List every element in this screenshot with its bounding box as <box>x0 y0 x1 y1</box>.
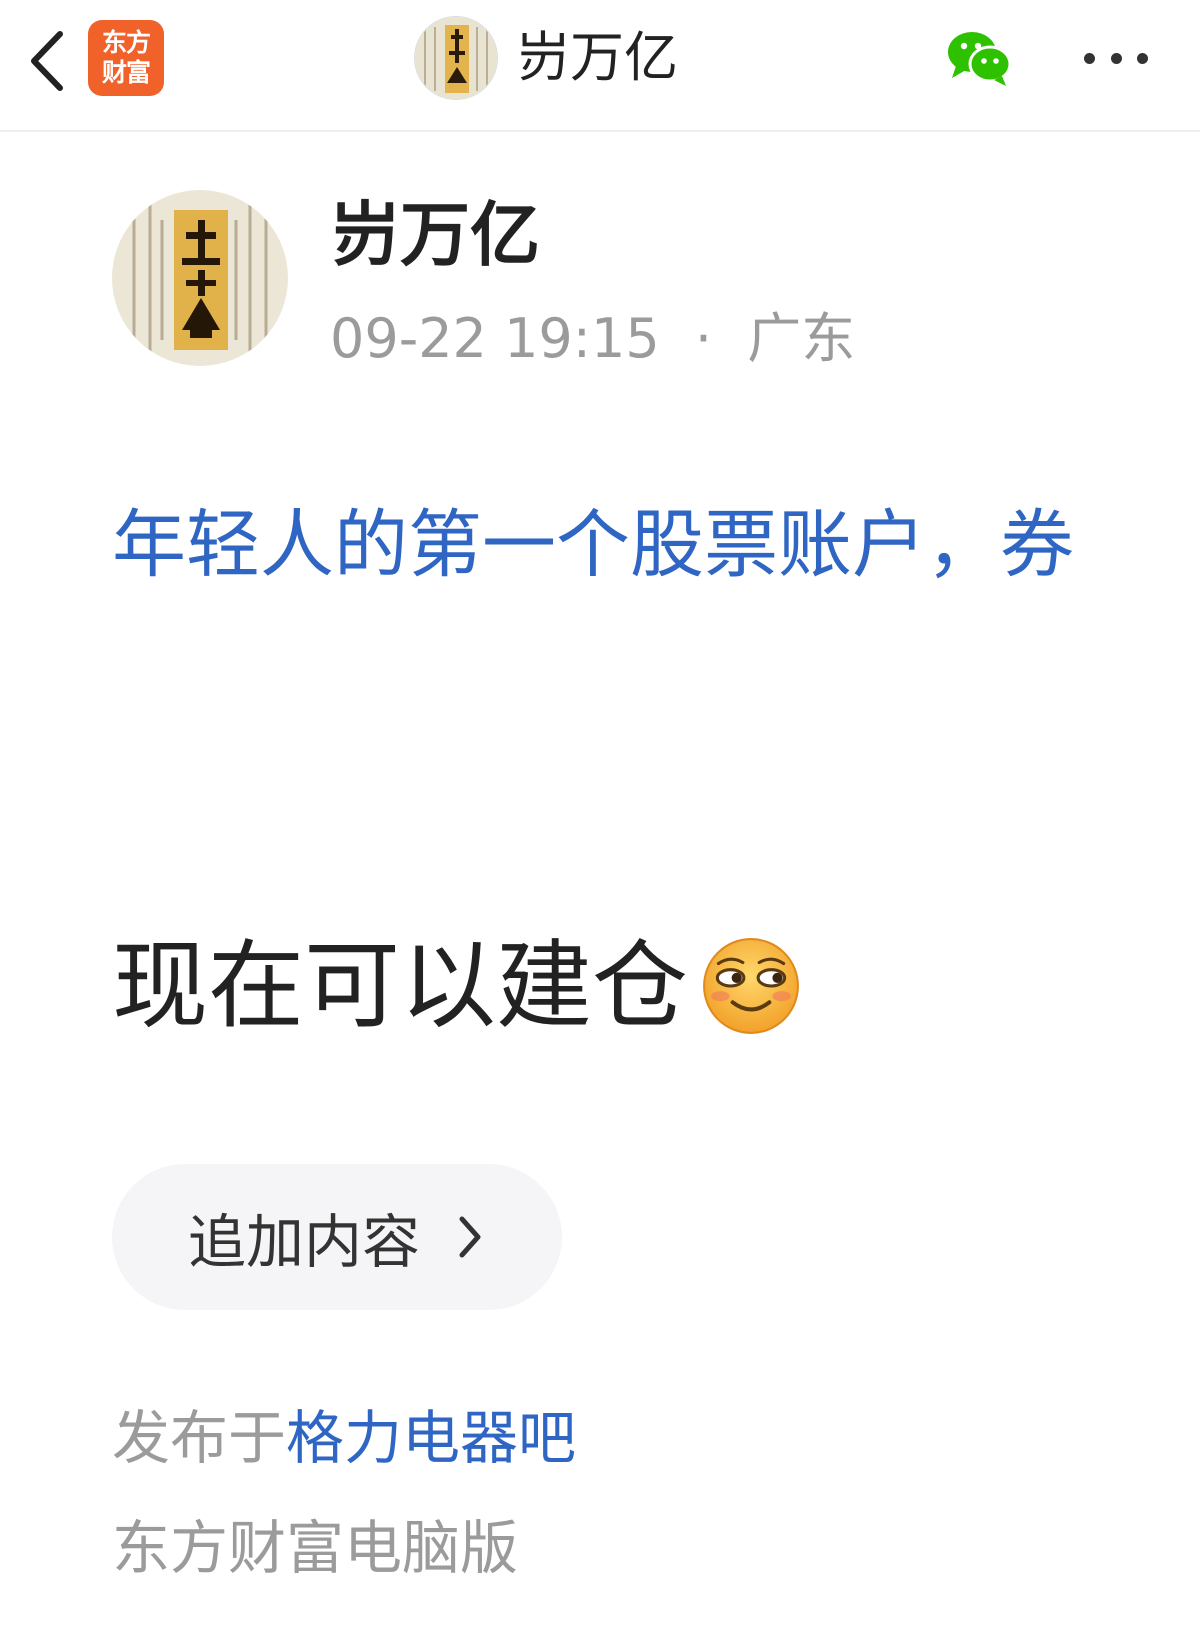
header-title: 岃万亿 <box>516 26 678 89</box>
post-body: 现在可以建仓 <box>112 926 802 1046</box>
more-dot <box>1137 52 1148 64</box>
post-body-text: 现在可以建仓 <box>112 930 688 1042</box>
more-dot <box>1110 52 1122 64</box>
author-avatar[interactable] <box>112 190 288 366</box>
post-source: 东方财富电脑版 <box>112 1514 519 1582</box>
author-name[interactable]: 岃万亿 <box>330 192 540 278</box>
back-icon[interactable] <box>22 26 72 96</box>
app-logo[interactable]: 东方 财富 <box>88 20 164 96</box>
append-content-label: 追加内容 <box>188 1208 421 1276</box>
author-avatar-image <box>112 190 288 366</box>
more-dot <box>1084 52 1095 64</box>
meta-separator: · <box>694 307 713 370</box>
post-time: 09-22 19:15 <box>330 307 660 370</box>
wechat-icon[interactable] <box>944 28 1014 88</box>
app-logo-line2: 财富 <box>101 58 151 87</box>
top-navigation-bar: 东方 财富 岃万亿 <box>0 0 1200 132</box>
header-avatar[interactable] <box>414 16 498 100</box>
smirk-emoji-icon <box>703 938 799 1034</box>
avatar-image <box>415 17 497 99</box>
chevron-right-icon <box>459 1216 481 1258</box>
post-location: 广东 <box>747 307 856 370</box>
published-in: 发布于格力电器吧 <box>112 1398 576 1478</box>
app-logo-line1: 东方 <box>101 28 151 57</box>
append-content-button[interactable]: 追加内容 <box>112 1164 562 1310</box>
forum-link[interactable]: 格力电器吧 <box>286 1404 576 1472</box>
post-meta: 09-22 19:15 · 广东 <box>330 304 855 374</box>
more-icon[interactable] <box>1084 40 1148 76</box>
published-prefix: 发布于 <box>112 1404 287 1472</box>
post-link-text[interactable]: 年轻人的第一个股票账户，券 <box>112 478 1172 612</box>
